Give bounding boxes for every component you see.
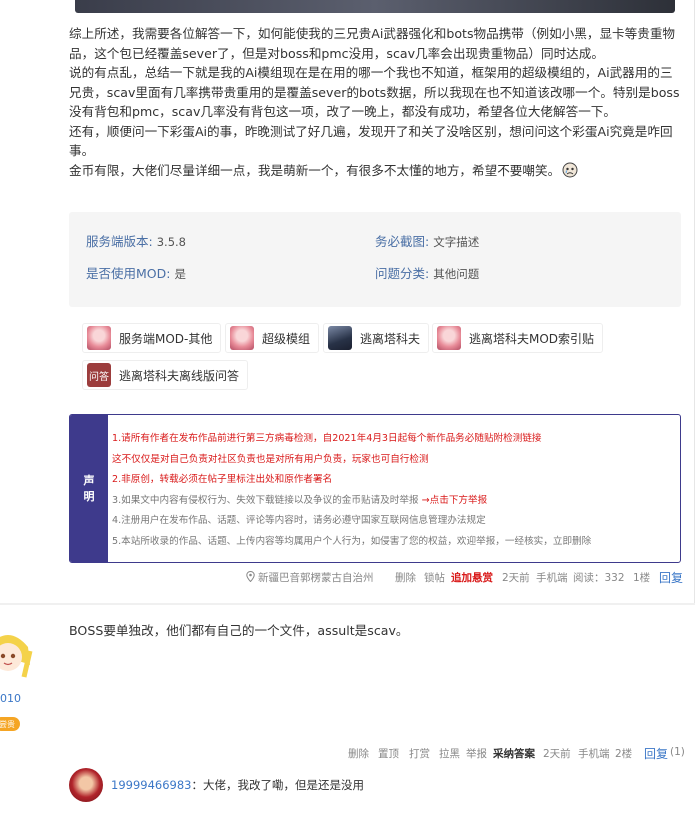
notice-line: 这不仅仅是对自己负责对社区负责也是对所有用户负责，玩家也可自行检测 <box>112 453 429 465</box>
info-label: 是否使用MOD: <box>86 266 171 281</box>
user-level-badge: 尝贵 <box>0 717 20 731</box>
add-reward-button[interactable]: 追加悬赏 <box>451 570 493 585</box>
sub-reply-avatar[interactable] <box>69 768 103 802</box>
accept-answer-button[interactable]: 采纳答案 <box>493 746 535 761</box>
reply-button[interactable]: 回复 <box>644 745 668 762</box>
info-label: 问题分类: <box>375 266 430 281</box>
reply-content: BOSS要单独改，他们都有自己的一个文件，assult是scav。 <box>69 623 409 638</box>
report-button[interactable]: 举报 <box>466 746 487 761</box>
notice-side-char: 明 <box>83 489 95 503</box>
post-device: 手机端 <box>536 572 568 584</box>
sub-reply-username[interactable]: 19999466983 <box>111 778 191 792</box>
info-value: 文字描述 <box>433 235 480 249</box>
info-screenshot: 务必截图: 文字描述 <box>375 231 479 250</box>
delete-button[interactable]: 删除 <box>348 746 369 761</box>
report-link[interactable]: →点击下方举报 <box>422 495 488 506</box>
post-paragraph: 还有，顺便问一下彩蛋Ai的事，昨晚测试了好几遍，发现开了和关了没啥区别，想问问这… <box>69 123 673 159</box>
sub-reply: 19999466983：大佬，我改了嘞，但是还是没用 <box>69 768 681 802</box>
post-paragraph-text: 金币有限，大佬们尽量详细一点，我是萌新一个，有很多不太懂的地方，希望不要嘲笑。 <box>69 162 561 178</box>
post-location: 新疆巴音郭楞蒙古自治州 <box>246 570 374 585</box>
notice-line-text: 3.如果文中内容有侵权行为、失效下载链接以及争议的金币贴请及时举报 <box>112 494 422 506</box>
post-card: 综上所述，我需要各位解答一下，如何能使我的三兄贵Ai武器强化和bots物品携带（… <box>0 0 695 603</box>
info-label: 务必截图: <box>375 234 430 249</box>
post-floor: 1楼 <box>633 572 651 584</box>
info-label: 服务端版本: <box>86 234 153 249</box>
tag-label: 逃离塔科夫离线版问答 <box>119 368 240 383</box>
info-value: 是 <box>174 267 186 281</box>
reply-meta: 删除 置顶 打赏 拉黑 举报 采纳答案 2天前 手机端 2楼 回复 (1) <box>0 746 695 762</box>
info-server-version: 服务端版本: 3.5.8 <box>86 231 186 250</box>
location-text: 新疆巴音郭楞蒙古自治州 <box>258 572 374 584</box>
crying-face-icon <box>562 162 578 177</box>
reply-time: 2天前 <box>543 748 571 760</box>
tag-tarkov-mod-index[interactable]: 逃离塔科夫MOD索引贴 <box>432 323 604 353</box>
block-button[interactable]: 拉黑 <box>439 746 460 761</box>
pin-button[interactable]: 置顶 <box>378 746 399 761</box>
post-views: 阅读：332 <box>573 572 625 584</box>
tip-button[interactable]: 打赏 <box>409 746 430 761</box>
info-mod: 是否使用MOD: 是 <box>86 263 186 282</box>
tag-avatar <box>328 326 352 350</box>
sub-reply-text: ：大佬，我改了嘞，但是还是没用 <box>191 778 364 792</box>
reply-count: (1) <box>670 746 685 758</box>
info-value: 3.5.8 <box>156 235 186 249</box>
notice-lines: 1.请所有作者在发布作品前进行第三方病毒检测，自2021年4月3日起每个新作品务… <box>112 429 591 552</box>
disclaimer-notice: 声 明 1.请所有作者在发布作品前进行第三方病毒检测，自2021年4月3日起每个… <box>69 414 681 563</box>
user-avatar[interactable] <box>0 625 38 685</box>
reply-username[interactable]: 010 <box>0 692 21 705</box>
notice-line: 4.注册用户在发布作品、话题、评论等内容时，请务必遵守国家互联网信息管理办法规定 <box>112 515 486 526</box>
reply-floor: 2楼 <box>615 748 633 760</box>
tag-label: 超级模组 <box>262 331 311 346</box>
post-info-box: 服务端版本: 3.5.8 务必截图: 文字描述 是否使用MOD: 是 问题分类: 其他问… <box>69 212 681 307</box>
notice-side-label: 声 明 <box>70 415 108 562</box>
info-category: 问题分类: 其他问题 <box>375 263 479 282</box>
tag-label: 逃离塔科夫MOD索引贴 <box>469 331 595 346</box>
post-meta: 新疆巴音郭楞蒙古自治州 删除 锁帖 追加悬赏 2天前 手机端 阅读：332 1楼… <box>0 570 695 586</box>
sub-reply-content: 19999466983：大佬，我改了嘞，但是还是没用 <box>111 777 364 793</box>
tag-avatar <box>437 326 461 350</box>
notice-line: 2.非原创，转载必须在帖子里标注出处和原作者署名 <box>112 474 333 485</box>
post-paragraph: 说的有点乱，总结一下就是我的Ai模组现在是在用的哪一个我也不知道，框架用的超级模… <box>69 65 680 119</box>
lock-button[interactable]: 锁帖 <box>424 570 445 585</box>
notice-line: 3.如果文中内容有侵权行为、失效下载链接以及争议的金币贴请及时举报 →点击下方举… <box>112 491 591 512</box>
notice-line: 1.请所有作者在发布作品前进行第三方病毒检测，自2021年4月3日起每个新作品务… <box>112 433 542 444</box>
delete-button[interactable]: 删除 <box>395 570 416 585</box>
tag-label: 服务端MOD-其他 <box>119 331 213 346</box>
tag-server-mod-other[interactable]: 服务端MOD-其他 <box>82 323 222 353</box>
tag-tarkov-offline-qa[interactable]: 问答 逃离塔科夫离线版问答 <box>82 360 249 390</box>
notice-line: 5.本站所收录的作品、话题、上传内容等均属用户个人行为，如侵害了您的权益，欢迎举… <box>112 535 592 547</box>
reply-button[interactable]: 回复 <box>659 569 683 586</box>
tag-super-mod[interactable]: 超级模组 <box>225 323 320 353</box>
tag-label: 逃离塔科夫 <box>360 331 421 346</box>
tag-escape-from-tarkov[interactable]: 逃离塔科夫 <box>323 323 430 353</box>
tag-avatar <box>230 326 254 350</box>
post-paragraph: 金币有限，大佬们尽量详细一点，我是萌新一个，有很多不太懂的地方，希望不要嘲笑。 <box>69 161 683 181</box>
info-value: 其他问题 <box>433 267 480 281</box>
notice-side-char: 声 <box>83 473 95 487</box>
tag-avatar: 问答 <box>87 363 111 387</box>
post-content: 综上所述，我需要各位解答一下，如何能使我的三兄贵Ai武器强化和bots物品携带（… <box>69 24 683 180</box>
post-image <box>75 0 675 13</box>
reply-device: 手机端 <box>578 748 610 760</box>
tag-avatar <box>87 326 111 350</box>
post-paragraph: 综上所述，我需要各位解答一下，如何能使我的三兄贵Ai武器强化和bots物品携带（… <box>69 26 676 61</box>
post-time: 2天前 <box>502 572 530 584</box>
location-pin-icon <box>246 571 255 582</box>
